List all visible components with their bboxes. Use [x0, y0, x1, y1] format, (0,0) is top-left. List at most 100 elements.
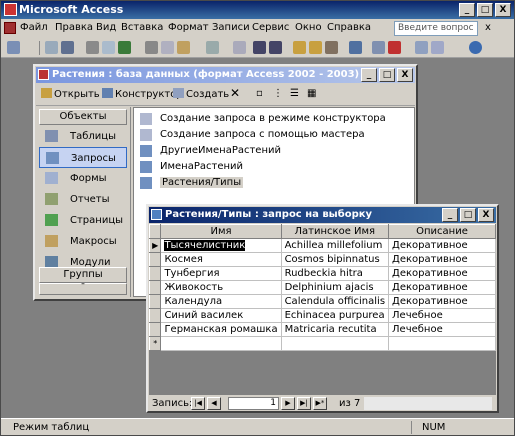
- menu-file[interactable]: Файл: [20, 22, 48, 33]
- row-selector[interactable]: [148, 266, 162, 281]
- menu-edit[interactable]: Правка: [55, 22, 93, 33]
- menu-format[interactable]: Формат: [168, 22, 209, 33]
- document-menu-icon[interactable]: [4, 22, 16, 34]
- table-cell[interactable]: Декоративное: [388, 280, 496, 295]
- row-selector[interactable]: [148, 294, 162, 309]
- table-cell[interactable]: Космея: [160, 252, 282, 267]
- table-cell[interactable]: Декоративное: [388, 294, 496, 309]
- table-cell[interactable]: Лечебное: [388, 322, 496, 337]
- previous-record-button[interactable]: ◀: [207, 397, 221, 410]
- minimize-button[interactable]: _: [459, 3, 475, 17]
- menu-help[interactable]: Справка: [327, 22, 371, 33]
- table-cell[interactable]: Декоративное: [388, 266, 496, 281]
- table-cell[interactable]: Calendula officinalis: [280, 294, 390, 309]
- db-close-button[interactable]: X: [397, 68, 413, 82]
- table-cell[interactable]: [388, 336, 496, 351]
- print-preview-icon[interactable]: [102, 41, 115, 54]
- database-window-icon[interactable]: [415, 41, 428, 54]
- row-selector[interactable]: [148, 322, 162, 337]
- new-object-icon[interactable]: [431, 41, 444, 54]
- new-record-nav-button[interactable]: ▶*: [313, 397, 327, 410]
- filter-by-selection-icon[interactable]: [293, 41, 306, 54]
- document-close-button[interactable]: x: [485, 22, 491, 33]
- paste-icon[interactable]: [177, 41, 190, 54]
- record-number-field[interactable]: 1: [228, 397, 279, 410]
- new-record-icon[interactable]: [372, 41, 385, 54]
- filter-by-form-icon[interactable]: [309, 41, 322, 54]
- table-cell[interactable]: Декоративное: [388, 238, 496, 253]
- large-icons-icon[interactable]: ▫: [256, 88, 263, 99]
- maximize-button[interactable]: □: [477, 3, 493, 17]
- objects-header[interactable]: Объекты: [39, 109, 127, 125]
- groups-header[interactable]: Группы: [39, 267, 127, 283]
- object-tables[interactable]: Таблицы: [39, 126, 127, 147]
- table-cell[interactable]: Achillea millefolium: [280, 238, 390, 253]
- menu-insert[interactable]: Вставка: [121, 22, 163, 33]
- new-row-selector[interactable]: *: [148, 336, 162, 351]
- current-row-selector[interactable]: ▶: [148, 238, 162, 253]
- table-cell[interactable]: Echinacea purpurea: [280, 308, 390, 323]
- table-row[interactable]: Космея Cosmos bipinnatus Декоративное: [148, 252, 496, 267]
- insert-hyperlink-icon[interactable]: [233, 41, 246, 54]
- delete-record-icon[interactable]: [388, 41, 401, 54]
- column-header[interactable]: Описание: [388, 224, 496, 239]
- query-close-button[interactable]: X: [478, 208, 494, 222]
- table-cell[interactable]: Matricaria recutita: [280, 322, 390, 337]
- spelling-icon[interactable]: [118, 41, 131, 54]
- column-header[interactable]: Имя: [160, 224, 282, 239]
- new-record-row[interactable]: *: [148, 336, 496, 351]
- menu-view[interactable]: Вид: [96, 22, 116, 33]
- db-maximize-button[interactable]: □: [379, 68, 395, 82]
- menu-records[interactable]: Записи: [212, 22, 250, 33]
- query-maximize-button[interactable]: □: [460, 208, 476, 222]
- menu-window[interactable]: Окно: [295, 22, 322, 33]
- table-cell[interactable]: Тысячелистник: [160, 238, 282, 253]
- details-view-icon[interactable]: ▦: [307, 88, 316, 99]
- object-reports[interactable]: Отчеты: [39, 189, 127, 210]
- undo-icon[interactable]: [206, 41, 219, 54]
- first-record-button[interactable]: |◀: [191, 397, 205, 410]
- table-row[interactable]: Календула Calendula officinalis Декорати…: [148, 294, 496, 309]
- find-icon[interactable]: [349, 41, 362, 54]
- help-icon[interactable]: [469, 41, 482, 54]
- sort-descending-icon[interactable]: [269, 41, 282, 54]
- create-button[interactable]: Создать: [173, 88, 229, 100]
- menu-tools[interactable]: Сервис: [252, 22, 289, 33]
- save-icon[interactable]: [61, 41, 74, 54]
- copy-icon[interactable]: [161, 41, 174, 54]
- open-button[interactable]: Открыть: [41, 88, 100, 100]
- close-button[interactable]: X: [495, 3, 511, 17]
- object-macros[interactable]: Макросы: [39, 231, 127, 252]
- table-cell[interactable]: Декоративное: [388, 252, 496, 267]
- print-icon[interactable]: [86, 41, 99, 54]
- table-cell[interactable]: Rudbeckia hitra: [280, 266, 390, 281]
- table-row[interactable]: ▶ Тысячелистник Achillea millefolium Дек…: [148, 238, 496, 253]
- object-forms[interactable]: Формы: [39, 168, 127, 189]
- row-selector[interactable]: [148, 308, 162, 323]
- designer-button[interactable]: Конструктор: [102, 88, 183, 100]
- apply-filter-icon[interactable]: [325, 41, 338, 54]
- table-cell[interactable]: Синий василек: [160, 308, 282, 323]
- table-cell[interactable]: Германская ромашка: [160, 322, 282, 337]
- table-row[interactable]: Германская ромашка Matricaria recutita Л…: [148, 322, 496, 337]
- row-selector[interactable]: [148, 280, 162, 295]
- table-row[interactable]: Синий василек Echinacea purpurea Лечебно…: [148, 308, 496, 323]
- delete-icon[interactable]: ✕: [230, 86, 240, 100]
- cut-icon[interactable]: [145, 41, 158, 54]
- horizontal-scrollbar[interactable]: [364, 397, 492, 410]
- table-cell[interactable]: Delphinium ajacis: [280, 280, 390, 295]
- table-row[interactable]: Живокость Delphinium ajacis Декоративное: [148, 280, 496, 295]
- table-cell[interactable]: Cosmos bipinnatus: [280, 252, 390, 267]
- last-record-button[interactable]: ▶|: [297, 397, 311, 410]
- sort-ascending-icon[interactable]: [253, 41, 266, 54]
- next-record-button[interactable]: ▶: [281, 397, 295, 410]
- table-cell[interactable]: Календула: [160, 294, 282, 309]
- view-icon[interactable]: [7, 41, 20, 54]
- query-minimize-button[interactable]: _: [442, 208, 458, 222]
- column-header[interactable]: Латинское Имя: [280, 224, 390, 239]
- table-cell[interactable]: Лечебное: [388, 308, 496, 323]
- object-pages[interactable]: Страницы: [39, 210, 127, 231]
- small-icons-icon[interactable]: ⋮: [273, 88, 283, 99]
- object-queries[interactable]: Запросы: [39, 147, 127, 168]
- db-minimize-button[interactable]: _: [361, 68, 377, 82]
